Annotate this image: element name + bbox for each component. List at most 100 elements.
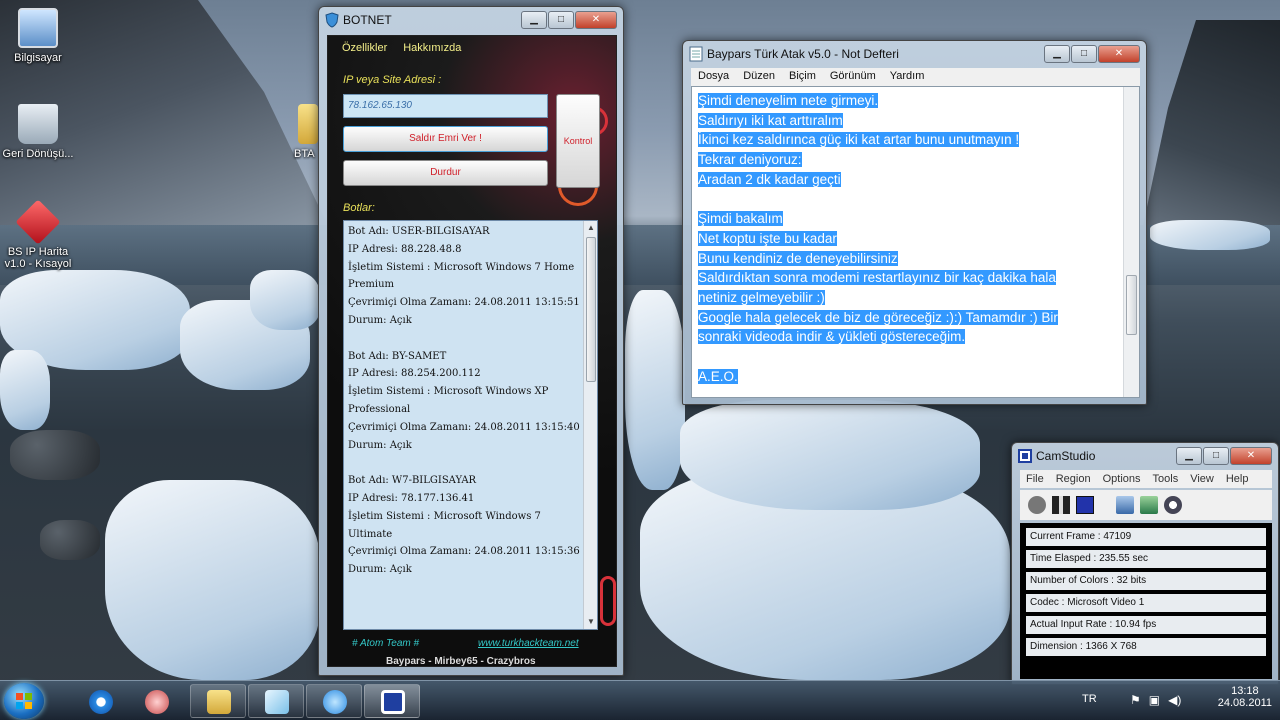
close-button[interactable]: ✕ — [1230, 447, 1272, 465]
control-button[interactable]: Kontrol — [556, 94, 600, 188]
menu-hakkimizda[interactable]: Hakkımızda — [403, 42, 461, 54]
camstudio-window[interactable]: CamStudio ▁ □ ✕ File Region Options Tool… — [1011, 442, 1279, 685]
attack-button[interactable]: Saldır Emri Ver ! — [343, 126, 548, 152]
bot-online-time: Çevrimiçi Olma Zamanı: 24.08.2011 13:15:… — [348, 297, 580, 309]
scroll-down-arrow-icon[interactable]: ▼ — [584, 615, 597, 629]
botnet-client-area: Özellikler Hakkımızda IP veya Site Adres… — [327, 35, 617, 667]
bot-status: Durum: Açık — [348, 314, 412, 326]
minimize-button[interactable]: ▁ — [1044, 45, 1070, 63]
region-icon[interactable] — [1116, 496, 1134, 514]
notepad-icon — [265, 690, 289, 714]
start-button[interactable] — [4, 683, 44, 719]
bots-list[interactable]: Bot Adı: USER-BILGISAYAR IP Adresi: 88.2… — [343, 220, 598, 630]
desktop-icon-bs-ip-harita[interactable]: BS IP Harita v1.0 - Kısayol — [0, 199, 76, 270]
flag-icon[interactable]: ⚑ — [1130, 693, 1141, 707]
text-line: A.E.O. — [698, 368, 738, 384]
desktop-icon-label: Bilgisayar — [14, 52, 62, 64]
website-link[interactable]: www.turkhackteam.net — [478, 638, 579, 649]
notepad-window[interactable]: Baypars Türk Atak v5.0 - Not Defteri ▁ □… — [682, 40, 1147, 405]
menu-options[interactable]: Options — [1097, 470, 1147, 488]
desktop-icon-recycle-bin[interactable]: Geri Dönüşü... — [0, 104, 76, 160]
menu-dosya[interactable]: Dosya — [691, 68, 736, 86]
stop-icon[interactable] — [1076, 496, 1094, 514]
taskbar-botnet[interactable] — [306, 684, 362, 718]
maximize-button[interactable]: □ — [1071, 45, 1097, 63]
botnet-titlebar[interactable]: BOTNET ▁ □ ✕ — [319, 7, 623, 33]
ice-floe — [105, 480, 320, 680]
taskbar-internet-explorer[interactable] — [72, 684, 128, 718]
clock-date: 24.08.2011 — [1217, 697, 1272, 709]
clock-time: 13:18 — [1231, 685, 1259, 697]
maximize-button[interactable]: □ — [548, 11, 574, 29]
stop-button[interactable]: Durdur — [343, 160, 548, 186]
ice-floe — [0, 350, 50, 430]
bot-online-time: Çevrimiçi Olma Zamanı: 24.08.2011 13:15:… — [348, 421, 580, 433]
stat-dimension: Dimension : 1366 X 768 — [1026, 638, 1266, 656]
menu-view[interactable]: View — [1184, 470, 1220, 488]
decoration-circle — [600, 576, 616, 626]
bot-entry: Bot Adı: W7-BILGISAYAR IP Adresi: 78.177… — [348, 472, 580, 579]
text-line: Saldırdıktan sonra modemi restartlayınız… — [698, 270, 1056, 286]
stat-codec: Codec : Microsoft Video 1 — [1026, 594, 1266, 612]
menu-bicim[interactable]: Biçim — [782, 68, 823, 86]
notepad-scrollbar[interactable] — [1123, 87, 1139, 397]
bots-list-scrollbar[interactable]: ▲ ▼ — [583, 221, 597, 629]
minimize-button[interactable]: ▁ — [1176, 447, 1202, 465]
rock — [10, 430, 100, 480]
camstudio-toolbar — [1020, 490, 1272, 520]
minimize-button[interactable]: ▁ — [521, 11, 547, 29]
botnet-window[interactable]: BOTNET ▁ □ ✕ Özellikler Hakkımızda IP ve… — [318, 6, 624, 676]
menu-gorunum[interactable]: Görünüm — [823, 68, 883, 86]
maximize-button[interactable]: □ — [1203, 447, 1229, 465]
shield-icon — [323, 690, 347, 714]
window-title: Baypars Türk Atak v5.0 - Not Defteri — [707, 47, 899, 61]
text-line: Şimdi bakalım — [698, 211, 783, 227]
text-line: İkinci kez saldırınca güç iki kat artar … — [698, 132, 1020, 148]
text-line: Net koptu işte bu kadar — [698, 230, 837, 246]
text-line: Google hala gelecek de biz de göreceğiz … — [698, 309, 1058, 325]
volume-icon[interactable]: ◀) — [1168, 693, 1181, 707]
menu-duzen[interactable]: Düzen — [736, 68, 782, 86]
computer-icon — [18, 8, 58, 48]
desktop-icon-label: Geri Dönüşü... — [2, 148, 74, 160]
bot-os: İşletim Sistemi : Microsoft Windows XP P… — [348, 386, 549, 415]
taskbar: TR ⚑ ▣ ◀) 13:18 24.08.2011 — [0, 680, 1280, 720]
record-icon[interactable] — [1028, 496, 1046, 514]
menu-file[interactable]: File — [1020, 470, 1050, 488]
text-line: Bunu kendiniz de deneyebilirsiniz — [698, 250, 898, 266]
pause-icon[interactable] — [1052, 496, 1070, 514]
taskbar-notepad[interactable] — [248, 684, 304, 718]
swf-icon[interactable] — [1164, 496, 1182, 514]
internet-explorer-icon — [89, 690, 113, 714]
desktop-icon-computer[interactable]: Bilgisayar — [0, 8, 76, 64]
stat-current-frame: Current Frame : 47109 — [1026, 528, 1266, 546]
menu-help[interactable]: Help — [1220, 470, 1255, 488]
taskbar-explorer[interactable] — [190, 684, 246, 718]
close-button[interactable]: ✕ — [575, 11, 617, 29]
notepad-titlebar[interactable]: Baypars Türk Atak v5.0 - Not Defteri ▁ □… — [683, 41, 1146, 67]
bot-ip: IP Adresi: 88.228.48.8 — [348, 243, 462, 255]
camstudio-app-icon — [1018, 449, 1032, 463]
network-icon[interactable]: ▣ — [1149, 693, 1160, 707]
credits-label: Baypars - Mirbey65 - Crazybros — [386, 656, 536, 667]
menu-region[interactable]: Region — [1050, 470, 1097, 488]
ip-input[interactable]: 78.162.65.130 — [343, 94, 548, 118]
menu-ozellikler[interactable]: Özellikler — [342, 42, 387, 54]
notepad-text-area[interactable]: Şimdi deneyelim nete girmeyi. Saldırıyı … — [691, 86, 1140, 398]
ice-floe — [250, 270, 320, 330]
scroll-thumb[interactable] — [1126, 275, 1137, 335]
desktop-icon-bta-folder[interactable]: BTA — [278, 104, 318, 160]
menu-yardim[interactable]: Yardım — [883, 68, 932, 86]
menu-tools[interactable]: Tools — [1147, 470, 1185, 488]
language-indicator[interactable]: TR — [1082, 693, 1097, 705]
folder-icon — [298, 104, 318, 144]
scroll-up-arrow-icon[interactable]: ▲ — [584, 221, 597, 235]
camstudio-titlebar[interactable]: CamStudio ▁ □ ✕ — [1012, 443, 1278, 469]
close-button[interactable]: ✕ — [1098, 45, 1140, 63]
bot-online-time: Çevrimiçi Olma Zamanı: 24.08.2011 13:15:… — [348, 546, 580, 558]
annotation-icon[interactable] — [1140, 496, 1158, 514]
taskbar-app[interactable] — [128, 684, 184, 718]
taskbar-camstudio[interactable] — [364, 684, 420, 718]
scroll-thumb[interactable] — [586, 237, 596, 382]
clock[interactable]: 13:18 24.08.2011 — [1218, 685, 1272, 709]
